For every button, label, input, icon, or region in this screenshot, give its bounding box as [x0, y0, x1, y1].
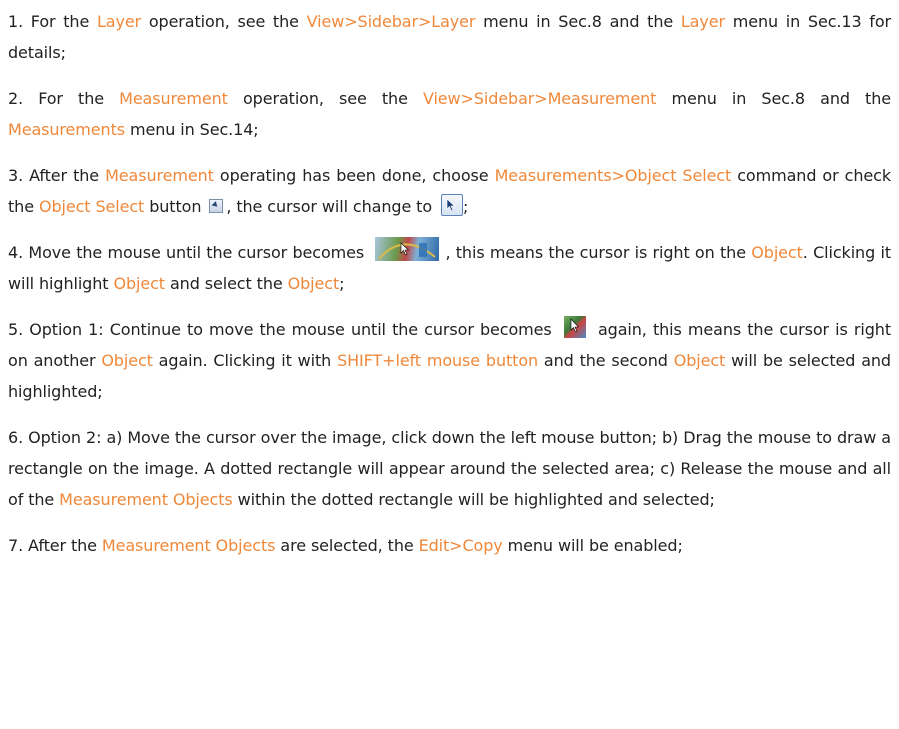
term-measurement: Measurement	[105, 166, 214, 185]
term-measurement-objects: Measurement Objects	[59, 490, 233, 509]
arrow-cursor-icon	[441, 193, 464, 216]
step-4: 4. Move the mouse until the cursor becom…	[8, 236, 891, 299]
object-hover-cursor-icon	[375, 236, 440, 261]
step-1-text: menu in Sec.8 and the	[475, 12, 681, 31]
step-4-text: ;	[339, 274, 345, 293]
step-4-text: 4. Move the mouse until the cursor becom…	[8, 243, 370, 262]
step-4-text: , this means the cursor is right on the	[445, 243, 752, 262]
step-3-text: ;	[463, 197, 469, 216]
term-layer: Layer	[96, 12, 142, 31]
term-object: Object	[101, 351, 153, 370]
term-object-select: Object Select	[38, 197, 145, 216]
step-1-text: operation, see the	[141, 12, 307, 31]
document-body: 1. For the Layer operation, see the View…	[0, 0, 899, 729]
step-3-text: , the cursor will change to	[226, 197, 438, 216]
step-7-text: are selected, the	[275, 536, 419, 555]
step-2-text: operation, see the	[227, 89, 423, 108]
term-object: Object	[287, 274, 340, 293]
object-hover-cursor-icon	[563, 315, 586, 338]
step-7-text: 7. After the	[8, 536, 102, 555]
step-7-text: menu will be enabled;	[502, 536, 683, 555]
step-6-text: within the dotted rectangle will be high…	[232, 490, 715, 509]
menu-path-measurements-object-select: Measurements>Object Select	[494, 166, 732, 185]
step-1-text: 1. For the	[8, 12, 97, 31]
step-5-text: and the second	[538, 351, 674, 370]
menu-path-view-sidebar-measurement: View>Sidebar>Measurement	[422, 89, 657, 108]
term-layer: Layer	[680, 12, 725, 31]
step-2-text: menu in Sec.8 and the	[656, 89, 891, 108]
term-object: Object	[113, 274, 165, 293]
term-measurement-objects: Measurement Objects	[101, 536, 276, 555]
step-7: 7. After the Measurement Objects are sel…	[8, 530, 891, 561]
menu-path-edit-copy: Edit>Copy	[418, 536, 503, 555]
term-object: Object	[673, 351, 726, 370]
step-3-text: 3. After the	[8, 166, 106, 185]
step-5: 5. Option 1: Continue to move the mouse …	[8, 314, 891, 407]
step-2-text: 2. For the	[8, 89, 120, 108]
step-4-text: and select the	[164, 274, 288, 293]
term-object: Object	[751, 243, 803, 262]
term-shift-left-mouse-button: SHIFT+left mouse button	[337, 351, 539, 370]
object-select-icon	[209, 198, 224, 213]
step-5-text: again. Clicking it with	[152, 351, 338, 370]
step-3-text: operating has been done, choose	[213, 166, 495, 185]
step-5-text: 5. Option 1: Continue to move the mouse …	[8, 320, 558, 339]
term-measurement: Measurement	[119, 89, 228, 108]
step-1: 1. For the Layer operation, see the View…	[8, 6, 891, 68]
step-6: 6. Option 2: a) Move the cursor over the…	[8, 422, 891, 515]
step-2-text: menu in Sec.14;	[124, 120, 259, 139]
step-3: 3. After the Measurement operating has b…	[8, 160, 891, 222]
menu-path-view-sidebar-layer: View>Sidebar>Layer	[306, 12, 476, 31]
term-measurements: Measurements	[8, 120, 125, 139]
step-3-text: button	[144, 197, 207, 216]
step-2: 2. For the Measurement operation, see th…	[8, 83, 891, 145]
